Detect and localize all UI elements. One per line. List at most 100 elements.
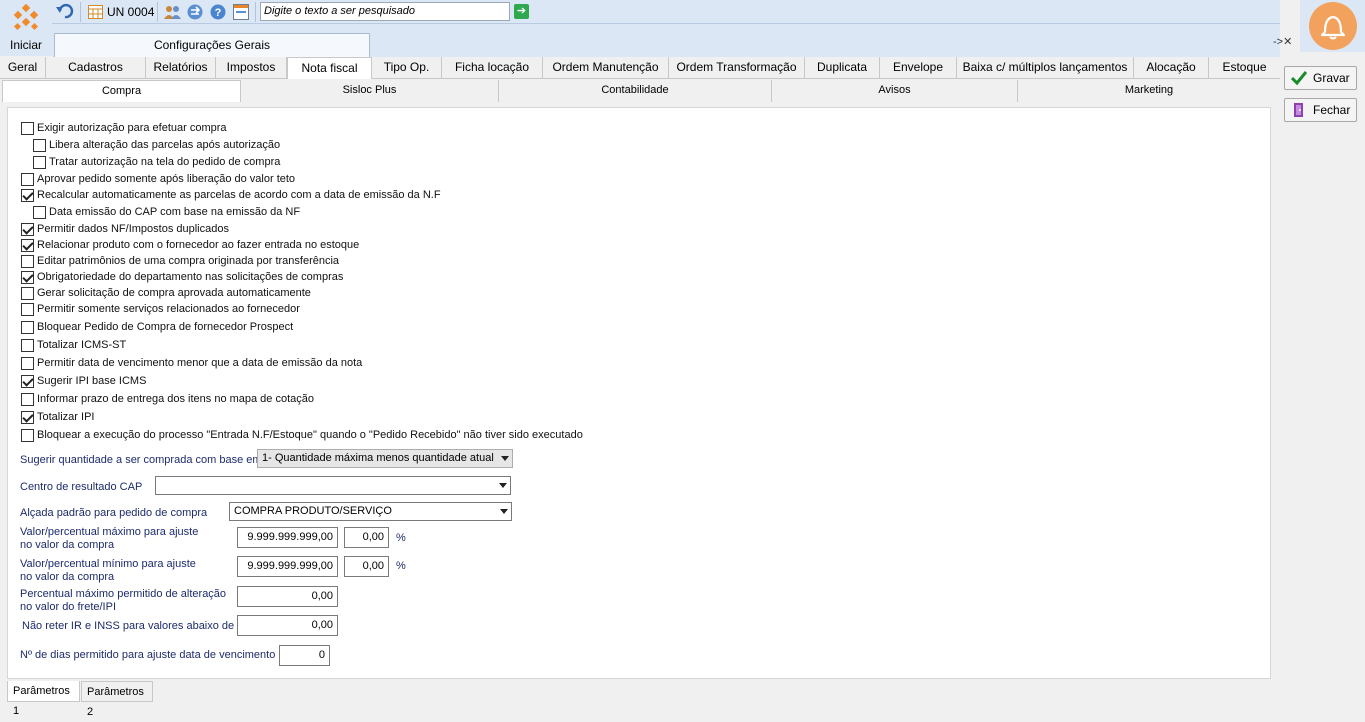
option-3[interactable]: Aprovar pedido somente após liberação do… [21,172,295,186]
tab-envelope[interactable]: Envelope [880,57,957,79]
checkbox[interactable] [21,238,34,252]
option-17[interactable]: Totalizar IPI [21,410,94,424]
dias-field[interactable]: 0 [279,645,330,666]
tab-geral[interactable]: Geral [0,57,46,79]
alcada-select[interactable]: COMPRA PRODUTO/SERVIÇO [229,502,512,521]
option-8[interactable]: Editar patrimônios de uma compra origina… [21,254,339,268]
checkbox[interactable] [21,172,34,186]
option-12[interactable]: Bloquear Pedido de Compra de fornecedor … [21,320,293,334]
sub-tab-bar: Compra Sisloc Plus Contabilidade Avisos … [0,80,1280,102]
checkbox[interactable] [21,302,34,316]
checkbox[interactable] [33,205,46,219]
checkbox[interactable] [21,392,34,406]
checkbox[interactable] [21,338,34,352]
ir-label: Não reter IR e INSS para valores abaixo … [22,620,235,632]
vmax-label-2: no valor da compra [20,539,115,551]
option-2[interactable]: Tratar autorização na tela do pedido de … [33,155,280,169]
checkbox[interactable] [21,320,34,334]
option-1[interactable]: Libera alteração das parcelas após autor… [33,138,280,152]
option-label: Obrigatoriedade do departamento nas soli… [37,271,344,283]
tab-marketing[interactable]: Marketing [1018,80,1280,102]
search-go-icon[interactable]: ➔ [514,4,529,19]
checkbox[interactable] [21,428,34,442]
checkbox[interactable] [21,121,34,135]
vmin-label-1: Valor/percentual mínimo para ajuste [20,558,196,570]
tab-ordem-transformacao[interactable]: Ordem Transformação [669,57,805,79]
option-9[interactable]: Obrigatoriedade do departamento nas soli… [21,270,343,284]
window-icon[interactable] [233,4,249,20]
tab-ordem-manutencao[interactable]: Ordem Manutenção [543,57,669,79]
vmax-percent-field[interactable]: 0,00 [344,527,389,548]
option-label: Totalizar IPI [37,411,95,423]
door-exit-icon [1294,103,1303,117]
vmin-value-field[interactable]: 9.999.999.999,00 [237,556,338,577]
option-13[interactable]: Totalizar ICMS-ST [21,338,126,352]
option-label: Aprovar pedido somente após liberação do… [37,173,296,185]
option-16[interactable]: Informar prazo de entrega dos itens no m… [21,392,314,406]
tab-contabilidade[interactable]: Contabilidade [499,80,772,102]
option-4[interactable]: Recalcular automaticamente as parcelas d… [21,188,441,202]
option-15[interactable]: Sugerir IPI base ICMS [21,374,146,388]
vmin-percent-field[interactable]: 0,00 [344,556,389,577]
tab-parametros-1[interactable]: Parâmetros 1 [7,681,80,717]
tab-sisloc-plus[interactable]: Sisloc Plus [241,80,499,102]
tab-tipo-op[interactable]: Tipo Op. [372,57,442,79]
checkbox[interactable] [21,374,34,388]
checkbox[interactable] [21,410,34,424]
checkbox[interactable] [21,356,34,370]
checkbox[interactable] [33,138,46,152]
centro-select[interactable] [155,476,511,495]
tab-relatorios[interactable]: Relatórios [146,57,216,79]
tab-impostos[interactable]: Impostos [216,57,287,79]
tab-baixa-multiplos[interactable]: Baixa c/ múltiplos lançamentos [957,57,1134,79]
checkbox[interactable] [21,254,34,268]
alcada-label: Alçada padrão para pedido de compra [20,507,208,519]
tab-duplicata[interactable]: Duplicata [805,57,880,79]
option-0[interactable]: Exigir autorização para efetuar compra [21,121,227,135]
option-10[interactable]: Gerar solicitação de compra aprovada aut… [21,286,311,300]
tab-parametros-2[interactable]: Parâmetros 2 [81,681,153,718]
option-14[interactable]: Permitir data de vencimento menor que a … [21,356,362,370]
sugerir-select[interactable]: 1- Quantidade máxima menos quantidade at… [257,449,513,468]
main-tab-bar: Geral Cadastros Relatórios Impostos Nota… [0,57,1280,79]
calendar-icon[interactable] [88,5,103,19]
option-label: Libera alteração das parcelas após autor… [49,139,281,151]
close-label: Fechar [1313,103,1351,117]
checkbox[interactable] [33,155,46,169]
close-button[interactable]: Fechar [1284,98,1357,122]
centro-label: Centro de resultado CAP [20,481,143,493]
option-18[interactable]: Bloquear a execução do processo "Entrada… [21,428,583,442]
checkbox[interactable] [21,188,34,202]
option-6[interactable]: Permitir dados NF/Impostos duplicados [21,222,229,236]
tab-configuracoes-gerais[interactable]: Configurações Gerais [54,33,370,58]
ir-value-field[interactable]: 0,00 [237,615,338,636]
window-close-icon[interactable]: ->✕ [1273,35,1292,48]
tab-alocacao[interactable]: Alocação [1134,57,1209,79]
frete-percent-field[interactable]: 0,00 [237,586,338,607]
checkbox[interactable] [21,286,34,300]
option-5[interactable]: Data emissão do CAP com base na emissão … [33,205,300,219]
tab-cadastros[interactable]: Cadastros [46,57,146,79]
notification-button[interactable] [1309,2,1357,50]
undo-icon[interactable] [56,3,74,20]
option-label: Exigir autorização para efetuar compra [37,122,227,134]
help-icon[interactable]: ? [210,4,226,20]
tab-ficha-locacao[interactable]: Ficha locação [442,57,543,79]
unit-label[interactable]: UN 0004 [107,5,154,19]
vmax-value-field[interactable]: 9.999.999.999,00 [237,527,338,548]
frete-label-1: Percentual máximo permitido de alteração [20,588,227,600]
option-11[interactable]: Permitir somente serviços relacionados a… [21,302,300,316]
tab-compra[interactable]: Compra [2,80,241,102]
search-input[interactable]: Digite o texto a ser pesquisado [260,2,510,21]
users-icon[interactable] [164,4,181,20]
checkbox[interactable] [21,222,34,236]
tab-nota-fiscal[interactable]: Nota fiscal [287,57,372,79]
option-7[interactable]: Relacionar produto com o fornecedor ao f… [21,238,359,252]
start-button[interactable]: Iniciar [0,0,52,56]
save-button[interactable]: Gravar [1284,66,1357,90]
transfer-icon[interactable] [187,4,203,20]
checkbox[interactable] [21,270,34,284]
tab-avisos[interactable]: Avisos [772,80,1018,102]
tab-estoque[interactable]: Estoque [1209,57,1280,79]
option-label: Tratar autorização na tela do pedido de … [49,156,281,168]
